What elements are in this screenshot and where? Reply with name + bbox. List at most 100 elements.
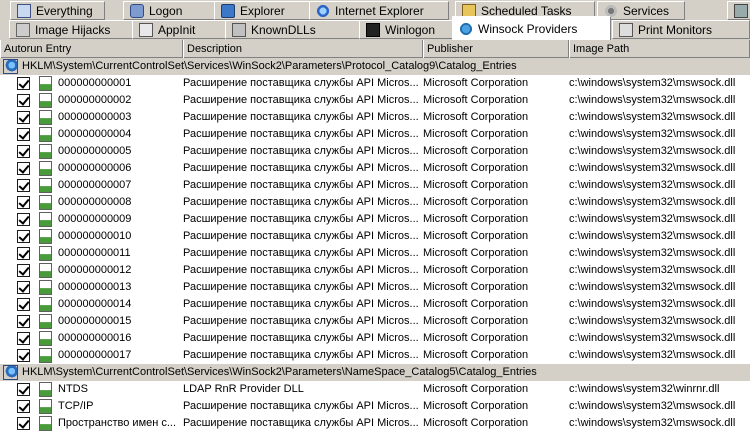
registry-key-row[interactable]: HKLM\System\CurrentControlSet\Services\W… bbox=[0, 364, 750, 381]
entry-publisher: Microsoft Corporation bbox=[423, 298, 529, 310]
tab-everything[interactable]: Everything bbox=[10, 1, 105, 20]
enabled-checkbox[interactable] bbox=[17, 196, 30, 209]
table-row[interactable]: 000000000002 Расширение поставщика службы… bbox=[0, 92, 750, 109]
image-hijacks-icon bbox=[16, 22, 30, 37]
column-autorun-entry[interactable]: Autorun Entry bbox=[0, 40, 183, 58]
entry-name: 000000000015 bbox=[58, 315, 132, 327]
enabled-checkbox[interactable] bbox=[17, 315, 30, 328]
entry-image-path: c:\windows\system32\mswsock.dll bbox=[569, 400, 736, 412]
explorer-icon bbox=[221, 3, 235, 18]
tab-logon[interactable]: Logon bbox=[123, 1, 226, 20]
registry-key-row[interactable]: HKLM\System\CurrentControlSet\Services\W… bbox=[0, 58, 750, 75]
ie-icon bbox=[316, 3, 330, 18]
table-row[interactable]: 000000000003 Расширение поставщика службы… bbox=[0, 109, 750, 126]
table-row[interactable]: 000000000015 Расширение поставщика службы… bbox=[0, 313, 750, 330]
column-publisher[interactable]: Publisher bbox=[423, 40, 569, 58]
logon-icon bbox=[130, 3, 144, 18]
entry-description: Расширение поставщика службы API Micros.… bbox=[183, 196, 419, 208]
entry-name: 000000000016 bbox=[58, 332, 132, 344]
entry-publisher: Microsoft Corporation bbox=[423, 417, 529, 429]
table-row[interactable]: NTDS LDAP RnR Provider DLL Microsoft Corpo… bbox=[0, 381, 750, 398]
entry-name: 000000000003 bbox=[58, 111, 132, 123]
dll-file-icon bbox=[39, 144, 52, 159]
tab-label: Print Monitors bbox=[638, 22, 713, 37]
enabled-checkbox[interactable] bbox=[17, 383, 30, 396]
entry-description: Расширение поставщика службы API Micros.… bbox=[183, 77, 419, 89]
table-row[interactable]: 000000000016 Расширение поставщика службы… bbox=[0, 330, 750, 347]
enabled-checkbox[interactable] bbox=[17, 111, 30, 124]
entry-description: Расширение поставщика службы API Micros.… bbox=[183, 281, 419, 293]
enabled-checkbox[interactable] bbox=[17, 128, 30, 141]
entry-name: 000000000001 bbox=[58, 77, 132, 89]
entry-image-path: c:\windows\system32\mswsock.dll bbox=[569, 94, 736, 106]
enabled-checkbox[interactable] bbox=[17, 230, 30, 243]
enabled-checkbox[interactable] bbox=[17, 145, 30, 158]
entry-publisher: Microsoft Corporation bbox=[423, 332, 529, 344]
dll-file-icon bbox=[39, 348, 52, 363]
enabled-checkbox[interactable] bbox=[17, 332, 30, 345]
tab-label: Winlogon bbox=[385, 22, 436, 37]
tab-dri[interactable]: Dri bbox=[727, 1, 750, 20]
enabled-checkbox[interactable] bbox=[17, 179, 30, 192]
table-row[interactable]: 000000000007 Расширение поставщика службы… bbox=[0, 177, 750, 194]
table-row[interactable]: Пространство имен с... Расширение поставщ… bbox=[0, 415, 750, 432]
tab-print-monitors[interactable]: Print Monitors bbox=[612, 20, 750, 39]
enabled-checkbox[interactable] bbox=[17, 77, 30, 90]
entry-description: Расширение поставщика службы API Micros.… bbox=[183, 400, 419, 412]
column-description[interactable]: Description bbox=[183, 40, 423, 58]
enabled-checkbox[interactable] bbox=[17, 281, 30, 294]
entry-name: 000000000005 bbox=[58, 145, 132, 157]
enabled-checkbox[interactable] bbox=[17, 213, 30, 226]
enabled-checkbox[interactable] bbox=[17, 94, 30, 107]
tab-internet-explorer[interactable]: Internet Explorer bbox=[309, 1, 449, 20]
enabled-checkbox[interactable] bbox=[17, 162, 30, 175]
tab-appinit[interactable]: AppInit bbox=[132, 20, 227, 39]
enabled-checkbox[interactable] bbox=[17, 400, 30, 413]
table-row[interactable]: 000000000013 Расширение поставщика службы… bbox=[0, 279, 750, 296]
table-row[interactable]: 000000000008 Расширение поставщика службы… bbox=[0, 194, 750, 211]
table-row[interactable]: 000000000005 Расширение поставщика службы… bbox=[0, 143, 750, 160]
enabled-checkbox[interactable] bbox=[17, 417, 30, 430]
enabled-checkbox[interactable] bbox=[17, 264, 30, 277]
table-row[interactable]: 000000000012 Расширение поставщика службы… bbox=[0, 262, 750, 279]
column-image-path[interactable]: Image Path bbox=[569, 40, 750, 58]
entry-description: Расширение поставщика службы API Micros.… bbox=[183, 162, 419, 174]
tab-strip: Everything Logon Explorer Internet Explorer… bbox=[0, 0, 750, 40]
table-row[interactable]: 000000000004 Расширение поставщика службы… bbox=[0, 126, 750, 143]
table-row[interactable]: TCP/IP Расширение поставщика службы API M… bbox=[0, 398, 750, 415]
tab-explorer[interactable]: Explorer bbox=[214, 1, 318, 20]
entry-image-path: c:\windows\system32\mswsock.dll bbox=[569, 77, 736, 89]
tab-winsock-providers[interactable]: Winsock Providers bbox=[452, 16, 611, 40]
winsock-icon bbox=[459, 21, 473, 36]
table-row[interactable]: 000000000006 Расширение поставщика службы… bbox=[0, 160, 750, 177]
tab-label: Logon bbox=[149, 3, 183, 18]
table-row[interactable]: 000000000009 Расширение поставщика службы… bbox=[0, 211, 750, 228]
print-monitors-icon bbox=[619, 22, 633, 37]
tab-winlogon[interactable]: Winlogon bbox=[359, 20, 453, 39]
dll-file-icon bbox=[39, 263, 52, 278]
dll-file-icon bbox=[39, 178, 52, 193]
enabled-checkbox[interactable] bbox=[17, 349, 30, 362]
entry-name: 000000000017 bbox=[58, 349, 132, 361]
enabled-checkbox[interactable] bbox=[17, 298, 30, 311]
table-row[interactable]: 000000000014 Расширение поставщика службы… bbox=[0, 296, 750, 313]
enabled-checkbox[interactable] bbox=[17, 247, 30, 260]
entry-description: Расширение поставщика службы API Micros.… bbox=[183, 94, 419, 106]
entry-name: Пространство имен с... bbox=[58, 417, 177, 429]
dll-file-icon bbox=[39, 416, 52, 431]
entry-publisher: Microsoft Corporation bbox=[423, 315, 529, 327]
tab-image-hijacks[interactable]: Image Hijacks bbox=[9, 20, 133, 39]
tab-knowndlls[interactable]: KnownDLLs bbox=[225, 20, 360, 39]
entry-image-path: c:\windows\system32\mswsock.dll bbox=[569, 264, 736, 276]
entry-name: 000000000009 bbox=[58, 213, 132, 225]
entry-publisher: Microsoft Corporation bbox=[423, 94, 529, 106]
dll-file-icon bbox=[39, 246, 52, 261]
table-row[interactable]: 000000000011 Расширение поставщика службы… bbox=[0, 245, 750, 262]
autorun-list[interactable]: HKLM\System\CurrentControlSet\Services\W… bbox=[0, 58, 750, 435]
entry-publisher: Microsoft Corporation bbox=[423, 281, 529, 293]
table-row[interactable]: 000000000010 Расширение поставщика службы… bbox=[0, 228, 750, 245]
table-row[interactable]: 000000000001 Расширение поставщика службы… bbox=[0, 75, 750, 92]
table-row[interactable]: 000000000017 Расширение поставщика службы… bbox=[0, 347, 750, 364]
drivers-icon bbox=[734, 3, 748, 18]
dll-file-icon bbox=[39, 110, 52, 125]
